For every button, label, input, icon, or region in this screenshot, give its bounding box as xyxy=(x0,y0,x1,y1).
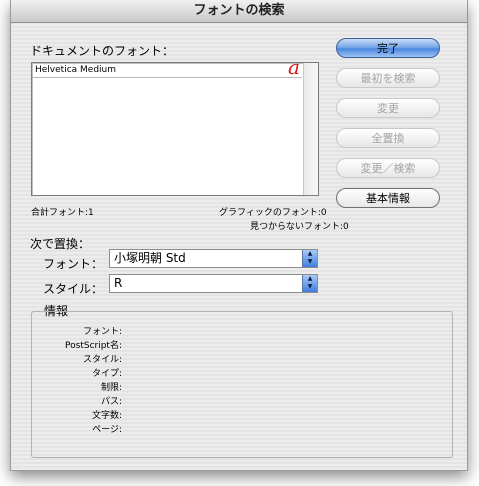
font-name: Helvetica Medium xyxy=(35,65,117,75)
graphic-fonts-count: グラフィックのフォント:0 xyxy=(219,208,327,218)
style-select[interactable]: R ▲ ▼ xyxy=(109,274,318,293)
style-label: スタイル： xyxy=(43,282,104,296)
info-type-label: タイプ: xyxy=(91,369,122,379)
find-font-dialog: フォントの検索 ドキュメントのフォント： Helvetica Medium a … xyxy=(10,0,468,471)
dialog-title: フォントの検索 xyxy=(11,0,467,23)
done-button[interactable]: 完了 xyxy=(336,38,440,58)
info-page-label: ページ: xyxy=(92,425,122,435)
list-scrollbar[interactable] xyxy=(303,63,318,195)
replace-with-heading: 次で置換： xyxy=(30,237,91,251)
info-path-label: パス: xyxy=(100,397,122,407)
font-list-item[interactable]: Helvetica Medium a xyxy=(32,57,302,78)
document-fonts-label: ドキュメントのフォント： xyxy=(30,44,175,58)
missing-fonts-count: 見つからないフォント:0 xyxy=(250,222,349,232)
style-select-arrows-icon[interactable]: ▲ ▼ xyxy=(302,275,317,292)
font-select-value: 小塚明朝 Std xyxy=(114,251,186,265)
change-button[interactable]: 変更 xyxy=(336,98,440,118)
style-select-value: R xyxy=(114,276,123,290)
font-label: フォント： xyxy=(43,257,104,271)
change-find-button[interactable]: 変更／検索 xyxy=(336,158,440,178)
info-style-label: スタイル: xyxy=(82,355,122,365)
font-select-arrows-icon[interactable]: ▲ ▼ xyxy=(302,250,317,267)
info-restriction-label: 制限: xyxy=(100,383,122,393)
total-fonts-count: 合計フォント:1 xyxy=(31,208,94,218)
info-group: フォント: PostScript名: スタイル: タイプ: 制限: パス: 文字… xyxy=(31,311,453,458)
more-info-button[interactable]: 基本情報 xyxy=(336,188,440,208)
document-fonts-list[interactable]: Helvetica Medium a xyxy=(31,57,319,196)
change-all-button[interactable]: 全置換 xyxy=(336,128,440,148)
info-glyphs-label: 文字数: xyxy=(91,411,122,421)
missing-font-icon: a xyxy=(288,55,300,79)
info-font-label: フォント: xyxy=(82,327,122,337)
info-postscript-label: PostScript名: xyxy=(65,341,122,351)
font-select[interactable]: 小塚明朝 Std ▲ ▼ xyxy=(109,249,318,268)
find-first-button[interactable]: 最初を検索 xyxy=(336,68,440,88)
